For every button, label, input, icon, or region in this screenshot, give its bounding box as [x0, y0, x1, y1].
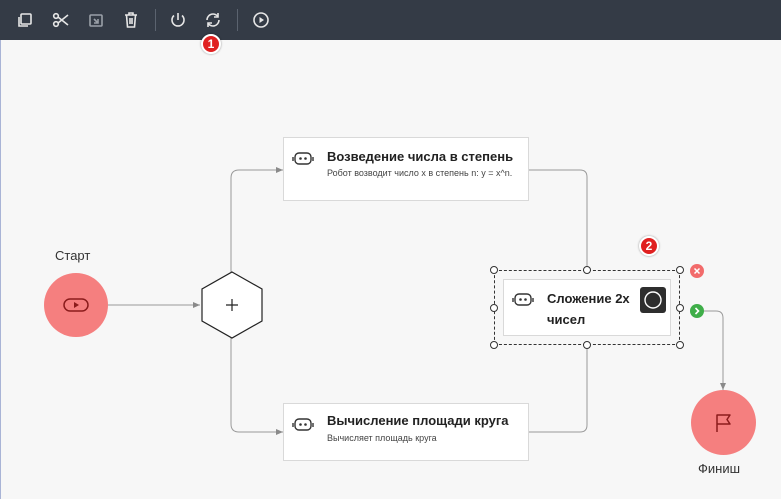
node-sum-title-line2: чисел [547, 312, 586, 327]
robot-icon [512, 293, 534, 306]
edge-gateway-to-area [230, 338, 283, 435]
node-circle-area-desc: Вычисляет площадь круга [327, 433, 437, 443]
start-node[interactable] [44, 273, 108, 337]
node-power-desc: Робот возводит число x в степень n: y = … [327, 168, 513, 178]
start-label: Старт [55, 248, 91, 263]
node-sum-indicator[interactable] [640, 287, 666, 313]
edge-sum-to-finish [702, 310, 726, 390]
close-icon [693, 267, 701, 275]
node-power-title: Возведение числа в степень [327, 149, 514, 164]
resize-handle[interactable] [490, 341, 498, 349]
finish-node[interactable] [691, 390, 756, 455]
robot-icon [292, 152, 314, 165]
robot-icon [292, 418, 314, 431]
node-sum[interactable]: Сложение 2х чисел [503, 279, 671, 336]
step-marker-2: 2 [639, 236, 659, 256]
resize-handle[interactable] [676, 341, 684, 349]
resize-handle[interactable] [676, 266, 684, 274]
connect-node-button[interactable] [690, 304, 704, 318]
node-sum-title-line1: Сложение 2х [547, 291, 630, 306]
resize-handle[interactable] [676, 304, 684, 312]
chevron-right-icon [694, 307, 700, 315]
finish-label: Финиш [698, 461, 741, 476]
resize-handle[interactable] [583, 266, 591, 274]
resize-handle[interactable] [583, 341, 591, 349]
flag-icon [716, 414, 731, 432]
edge-gateway-to-power [230, 167, 283, 272]
node-circle-area-title: Вычисление площади круга [327, 413, 509, 428]
node-power[interactable]: Возведение числа в степень Робот возводи… [283, 137, 529, 201]
parallel-gateway[interactable] [200, 270, 264, 340]
start-play-icon [63, 298, 89, 312]
node-circle-area[interactable]: Вычисление площади круга Вычисляет площа… [283, 403, 529, 461]
resize-handle[interactable] [490, 304, 498, 312]
edge-power-to-sum [529, 169, 588, 270]
resize-handle[interactable] [490, 266, 498, 274]
delete-node-button[interactable] [690, 264, 704, 278]
circle-indicator-icon [644, 291, 662, 309]
edge-area-to-sum [529, 345, 588, 433]
